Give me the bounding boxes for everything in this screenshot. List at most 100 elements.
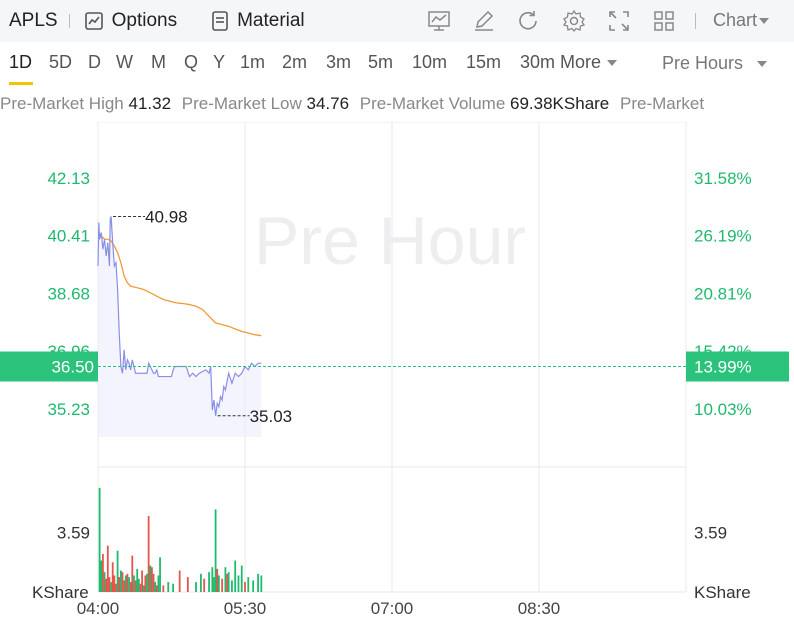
chevron-down-icon: [757, 60, 768, 67]
volume-bar: [128, 577, 130, 592]
volume-tick-label: 3.59: [57, 524, 90, 543]
percent-tick-label: 10.03%: [694, 400, 752, 419]
volume-bar: [217, 575, 220, 592]
volume-bar: [203, 578, 206, 592]
layout-icon[interactable]: [651, 8, 677, 34]
active-period-indicator: [9, 82, 33, 85]
price-tick-label: 42.13: [47, 169, 90, 188]
volume-bar: [103, 572, 106, 592]
options-button[interactable]: Options: [84, 10, 177, 32]
period-tabs: More Pre Hours 1D 5D D W M Q Y 1m 2m 3m 5m 10m 15m 30…: [0, 42, 794, 86]
options-icon: [84, 12, 103, 30]
volume-bar: [244, 582, 246, 592]
chart-watermark: Pre Hour: [254, 203, 526, 279]
draw-icon[interactable]: [471, 8, 497, 34]
volume-bar: [119, 570, 122, 592]
indicator-icon[interactable]: [426, 8, 452, 34]
chevron-down-icon: [759, 17, 770, 24]
period-tab-1d[interactable]: 1D: [9, 52, 32, 73]
current-price-value: 36.50: [51, 358, 94, 377]
intraday-chart[interactable]: Pre Hour 42.13 31.58% 40.41 26.19% 38.68 20.8…: [0, 122, 794, 623]
period-tab-2m[interactable]: 2m: [282, 52, 307, 73]
options-label: Options: [111, 10, 178, 31]
period-tab-15m[interactable]: 15m: [466, 52, 501, 73]
volume-bar: [118, 577, 121, 592]
volume-bar: [124, 575, 127, 592]
volume-bar: [155, 585, 158, 592]
volume-bar: [141, 570, 143, 592]
percent-tick-label: 26.19%: [694, 227, 752, 246]
volume-bar: [142, 585, 145, 592]
period-tab-m[interactable]: M: [151, 52, 166, 73]
volume-bar: [152, 573, 155, 592]
volume-bar: [221, 578, 224, 592]
session-dropdown[interactable]: Pre Hours: [662, 53, 768, 74]
toolbar: APLS Options Material Chart: [0, 0, 794, 42]
volume-bar: [231, 580, 233, 592]
settings-icon[interactable]: [561, 8, 587, 34]
period-tab-5d[interactable]: 5D: [49, 52, 72, 73]
refresh-icon[interactable]: [516, 8, 542, 34]
time-tick-label: 07:00: [371, 599, 414, 618]
volume-bar: [211, 567, 214, 592]
toolbar-divider-right: [695, 13, 696, 29]
document-icon: [212, 11, 228, 31]
percent-tick-label: 20.81%: [694, 284, 752, 303]
volume-bar: [151, 567, 153, 592]
low-price-label: 35.03: [250, 407, 293, 426]
ticker-symbol[interactable]: APLS: [9, 10, 58, 32]
volume-bar: [139, 583, 142, 592]
volume-bar: [167, 582, 170, 592]
volume-bar: [252, 580, 255, 592]
period-tab-q[interactable]: Q: [184, 52, 198, 73]
period-tab-10m[interactable]: 10m: [412, 52, 447, 73]
material-label: Material: [237, 10, 305, 31]
volume-bar: [106, 545, 109, 592]
current-percent-value: 13.99%: [694, 358, 752, 377]
price-tick-label: 40.41: [47, 227, 90, 246]
volume-bar: [234, 560, 237, 592]
volume-bar: [133, 575, 135, 592]
material-button[interactable]: Material: [211, 10, 305, 32]
volume-bar: [129, 582, 132, 592]
time-tick-label: 05:30: [224, 599, 267, 618]
volume-bar: [195, 582, 197, 592]
volume-bars: [98, 487, 263, 592]
percent-tick-label: 31.58%: [694, 169, 752, 188]
volume-bar: [240, 565, 243, 592]
period-tab-d[interactable]: D: [88, 52, 101, 73]
period-tab-30m[interactable]: 30m: [520, 52, 555, 73]
volume-bar: [110, 582, 112, 592]
volume-bar: [216, 568, 219, 592]
period-tab-w[interactable]: W: [116, 52, 133, 73]
more-periods-dropdown[interactable]: More: [560, 52, 618, 73]
volume-bar: [172, 583, 175, 592]
volume-bar: [149, 565, 152, 592]
session-label: Pre Hours: [662, 53, 744, 73]
period-tab-1m[interactable]: 1m: [240, 52, 265, 73]
volume-bar: [111, 562, 114, 592]
volume-bar: [113, 575, 116, 592]
volume-bar: [227, 572, 230, 592]
volume-bar: [134, 580, 137, 592]
chart-grid: [97, 122, 687, 593]
stat-label: Pre-Market: [620, 94, 705, 113]
volume-bar: [260, 575, 263, 592]
volume-bar: [186, 577, 189, 592]
period-tab-5m[interactable]: 5m: [368, 52, 393, 73]
fullscreen-icon[interactable]: [606, 8, 632, 34]
period-tab-3m[interactable]: 3m: [326, 52, 351, 73]
volume-bar: [237, 575, 240, 592]
stat-label: Pre-Market High: [0, 94, 124, 113]
time-tick-label: 04:00: [77, 599, 120, 618]
volume-bar: [162, 585, 165, 592]
volume-bar: [100, 560, 103, 592]
volume-bar: [214, 509, 217, 592]
period-tab-y[interactable]: Y: [213, 52, 225, 73]
volume-bar: [159, 557, 161, 592]
chart-type-dropdown[interactable]: Chart: [713, 10, 770, 31]
volume-bar: [247, 577, 250, 592]
volume-bar: [102, 553, 104, 592]
volume-bar: [213, 577, 215, 592]
price-area: [98, 216, 262, 437]
